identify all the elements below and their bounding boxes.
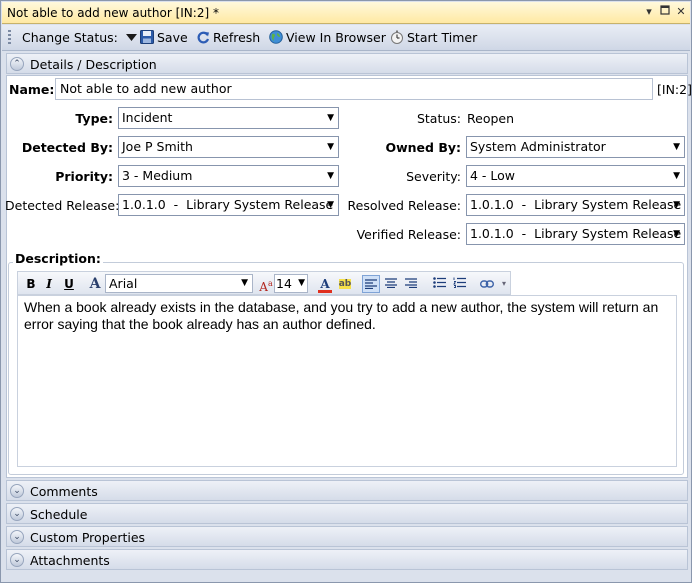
section-schedule-header[interactable]: ⌄ Schedule — [6, 503, 688, 524]
type-label: Type: — [75, 111, 113, 126]
section-details-label: Details / Description — [30, 57, 157, 72]
verified-release-label: Verified Release: — [356, 227, 461, 242]
chevron-down-icon: ▼ — [327, 171, 334, 181]
type-value: Incident — [122, 110, 173, 125]
priority-select[interactable]: 3 - Medium ▼ — [118, 165, 339, 187]
verified-release-select[interactable]: 1.0.1.0 - Library System Release ▼ — [466, 223, 685, 245]
numbered-list-button[interactable] — [450, 275, 468, 293]
name-label: Name: — [9, 82, 55, 97]
chevron-down-icon: ▼ — [327, 142, 334, 152]
owned-by-value: System Administrator — [470, 139, 606, 154]
status-label: Status: — [416, 111, 461, 126]
refresh-icon — [197, 31, 210, 48]
save-icon — [140, 30, 154, 48]
expand-icon[interactable]: ⌄ — [10, 553, 24, 567]
chevron-down-icon: ▼ — [327, 200, 334, 210]
severity-value: 4 - Low — [470, 168, 516, 183]
detected-by-value: Joe P Smith — [122, 139, 193, 154]
section-comments-header[interactable]: ⌄ Comments — [6, 480, 688, 501]
toolbar-grip[interactable] — [8, 30, 11, 46]
chevron-down-icon: ▼ — [673, 142, 680, 152]
save-button[interactable]: Save — [140, 30, 188, 48]
timer-icon — [390, 30, 404, 48]
incident-id: [IN:2] — [657, 82, 692, 97]
font-size-icon: Aa — [259, 279, 273, 294]
status-value: Reopen — [467, 111, 515, 126]
name-input[interactable]: Not able to add new author — [55, 78, 653, 100]
font-color-button[interactable]: A — [316, 275, 334, 293]
verified-release-value: 1.0.1.0 - Library System Release — [470, 226, 682, 241]
owned-by-select[interactable]: System Administrator ▼ — [466, 136, 685, 158]
chevron-down-icon: ▼ — [673, 229, 680, 239]
refresh-label: Refresh — [213, 30, 261, 45]
font-icon: A — [89, 276, 101, 292]
save-label: Save — [157, 30, 188, 45]
underline-button[interactable]: U — [60, 275, 78, 293]
restore-icon[interactable] — [658, 5, 672, 19]
resolved-release-label: Resolved Release: — [347, 198, 462, 213]
expand-icon[interactable]: ⌄ — [10, 507, 24, 521]
section-custom-properties-header[interactable]: ⌄ Custom Properties — [6, 526, 688, 547]
chevron-down-icon: ▼ — [298, 278, 305, 288]
change-status-button[interactable]: Change Status: — [22, 30, 137, 48]
section-details-header[interactable]: ⌃ Details / Description — [6, 53, 688, 74]
detected-release-select[interactable]: 1.0.1.0 - Library System Release ▼ — [118, 194, 339, 216]
description-label: Description: — [13, 251, 103, 266]
align-center-button[interactable] — [382, 275, 400, 293]
rich-text-toolbar: B I U A Arial ▼ Aa 14 ▼ A ab ▾ — [17, 271, 511, 295]
section-attachments-header[interactable]: ⌄ Attachments — [6, 549, 688, 570]
resolved-release-select[interactable]: 1.0.1.0 - Library System Release ▼ — [466, 194, 685, 216]
section-attachments-label: Attachments — [30, 553, 110, 568]
start-timer-button[interactable]: Start Timer — [390, 30, 477, 48]
globe-icon — [269, 30, 283, 48]
view-in-browser-label: View In Browser — [286, 30, 386, 45]
font-name-select[interactable]: Arial ▼ — [105, 274, 253, 293]
chevron-down-icon: ▼ — [241, 278, 248, 288]
toolbar-overflow-icon[interactable]: ▾ — [499, 275, 509, 293]
owned-by-label: Owned By: — [385, 140, 461, 155]
expand-icon[interactable]: ⌄ — [10, 530, 24, 544]
detected-by-select[interactable]: Joe P Smith ▼ — [118, 136, 339, 158]
section-schedule-label: Schedule — [30, 507, 88, 522]
detected-by-label: Detected By: — [21, 140, 113, 155]
window-title: Not able to add new author [IN:2] * — [7, 6, 219, 20]
font-name-value: Arial — [109, 276, 138, 291]
align-left-button[interactable] — [362, 275, 380, 293]
start-timer-label: Start Timer — [407, 30, 478, 45]
chevron-down-icon: ▼ — [673, 200, 680, 210]
align-right-button[interactable] — [402, 275, 420, 293]
link-icon[interactable] — [478, 275, 496, 293]
italic-button[interactable]: I — [40, 275, 58, 293]
toolbar: Change Status: Save Refresh View In Brow… — [2, 25, 690, 51]
chevron-down-icon: ▼ — [327, 113, 334, 123]
refresh-button[interactable]: Refresh — [197, 30, 260, 48]
type-select[interactable]: Incident ▼ — [118, 107, 339, 129]
chevron-down-icon: ▼ — [673, 171, 680, 181]
chevron-down-icon — [125, 30, 137, 46]
close-icon[interactable]: ✕ — [674, 5, 688, 19]
resolved-release-value: 1.0.1.0 - Library System Release — [470, 197, 682, 212]
window-menu-icon[interactable]: ▾ — [642, 5, 656, 19]
collapse-icon[interactable]: ⌃ — [10, 57, 24, 71]
incident-window: Not able to add new author [IN:2] * ▾ ✕ … — [0, 0, 692, 583]
bold-button[interactable]: B — [22, 275, 40, 293]
detected-release-value: 1.0.1.0 - Library System Release — [122, 197, 334, 212]
severity-select[interactable]: 4 - Low ▼ — [466, 165, 685, 187]
description-editor[interactable]: When a book already exists in the databa… — [17, 295, 677, 467]
change-status-label: Change Status: — [22, 30, 118, 45]
priority-label: Priority: — [55, 169, 113, 184]
highlight-button[interactable]: ab — [336, 275, 354, 293]
font-size-select[interactable]: 14 ▼ — [274, 274, 308, 293]
section-comments-label: Comments — [30, 484, 98, 499]
font-size-value: 14 — [276, 276, 292, 291]
bulleted-list-button[interactable] — [430, 275, 448, 293]
expand-icon[interactable]: ⌄ — [10, 484, 24, 498]
title-bar: Not able to add new author [IN:2] * ▾ ✕ — [2, 2, 690, 24]
section-custom-properties-label: Custom Properties — [30, 530, 146, 545]
priority-value: 3 - Medium — [122, 168, 193, 183]
view-in-browser-button[interactable]: View In Browser — [269, 30, 386, 48]
detected-release-label: Detected Release: — [5, 198, 120, 213]
severity-label: Severity: — [406, 169, 461, 184]
